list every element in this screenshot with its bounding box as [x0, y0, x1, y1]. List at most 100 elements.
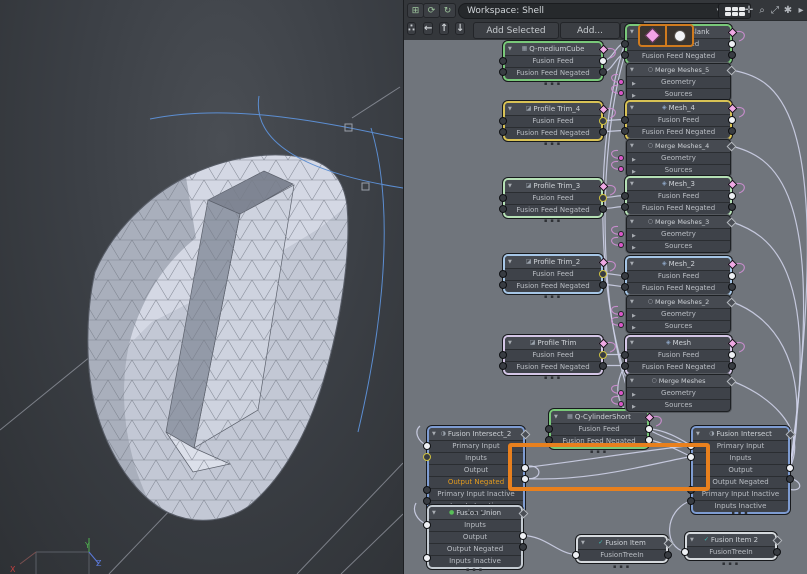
collapse-icon[interactable]: ▼: [630, 143, 634, 149]
merge-input-port[interactable]: [618, 322, 624, 328]
merge-input-port[interactable]: [618, 390, 624, 396]
input-port[interactable]: [423, 453, 431, 461]
input-port[interactable]: [681, 548, 689, 556]
collapse-icon[interactable]: ▼: [690, 537, 694, 543]
merge-input-port[interactable]: [618, 166, 624, 172]
input-port[interactable]: [423, 497, 431, 505]
node-profile-trim-3[interactable]: ▼◪Profile Trim_3Fusion FeedFusion Feed N…: [503, 178, 603, 218]
node-header[interactable]: ▼◈Mesh_3: [627, 178, 730, 190]
input-port[interactable]: [423, 486, 431, 494]
input-port[interactable]: [499, 117, 507, 125]
input-port[interactable]: [621, 116, 629, 124]
input-port[interactable]: [499, 270, 507, 278]
collapse-icon[interactable]: ▼: [630, 181, 634, 187]
node-mesh[interactable]: ▼◈MeshFusion FeedFusion Feed Negated: [625, 335, 732, 375]
merge-input-port[interactable]: [618, 79, 624, 85]
node-lod-dots[interactable]: ▪▪▪: [544, 218, 563, 224]
input-port[interactable]: [621, 192, 629, 200]
collapse-icon[interactable]: ▼: [508, 183, 512, 189]
channel-circle-button[interactable]: [665, 26, 692, 45]
output-port[interactable]: [599, 281, 607, 289]
output-port[interactable]: [786, 475, 794, 483]
input-port[interactable]: [621, 272, 629, 280]
node-mesh-3-merge[interactable]: ▼○Merge Meshes_3Geometry▶Sources▶: [626, 215, 731, 253]
play-icon[interactable]: ▶: [632, 311, 636, 320]
node-lod-dots[interactable]: ▪▪▪: [466, 567, 485, 573]
output-port[interactable]: [599, 270, 607, 278]
node-mesh-4[interactable]: ▼◈Mesh_4Fusion FeedFusion Feed Negated: [625, 100, 732, 140]
node-lod-dots[interactable]: ▪▪▪: [544, 141, 563, 147]
merge-header[interactable]: ▼○Merge Meshes_3: [627, 216, 730, 228]
output-port[interactable]: [599, 351, 607, 359]
play-icon[interactable]: ▶: [632, 79, 636, 88]
input-port[interactable]: [621, 362, 629, 370]
input-port[interactable]: [545, 425, 553, 433]
node-mesh-merge[interactable]: ▼○Merge MeshesGeometry▶Sources▶: [626, 374, 731, 412]
merge-header[interactable]: ▼○Merge Meshes: [627, 375, 730, 387]
play-icon[interactable]: ▶: [632, 167, 636, 176]
output-port[interactable]: [728, 192, 736, 200]
play-icon[interactable]: ▶: [632, 155, 636, 164]
input-port[interactable]: [423, 442, 431, 450]
node-lod-dots[interactable]: ▪▪▪: [722, 561, 741, 567]
channel-diamond-button[interactable]: [640, 26, 665, 45]
node-header[interactable]: ▼◑Fusion Intersect: [693, 428, 788, 440]
merge-header[interactable]: ▼○Merge Meshes_5: [627, 64, 730, 76]
node-q-mediumcube[interactable]: ▼▦Q-mediumCubeFusion FeedFusion Feed Neg…: [503, 41, 603, 81]
input-port[interactable]: [423, 521, 431, 529]
node-lod-dots[interactable]: ▪▪▪: [467, 510, 486, 516]
collapse-icon[interactable]: ▼: [696, 431, 700, 437]
node-blank-merge[interactable]: ▼○Merge Meshes_5Geometry▶Sources▶: [626, 63, 731, 101]
input-port[interactable]: [499, 351, 507, 359]
collapse-icon[interactable]: ▼: [630, 219, 634, 225]
node-fusion-item[interactable]: ▼✓Fusion ItemFusionTreeIn: [576, 535, 668, 563]
input-port[interactable]: [621, 40, 629, 48]
node-fusion-item-2[interactable]: ▼✓Fusion Item 2FusionTreeIn: [685, 532, 777, 560]
play-icon[interactable]: ▶: [632, 231, 636, 240]
output-port[interactable]: [728, 203, 736, 211]
collapse-icon[interactable]: ▼: [630, 340, 634, 346]
node-header[interactable]: ▼◈Mesh_4: [627, 102, 730, 114]
output-port[interactable]: [728, 272, 736, 280]
collapse-icon[interactable]: ▼: [630, 299, 634, 305]
output-port[interactable]: [728, 51, 736, 59]
collapse-icon[interactable]: ▼: [508, 46, 512, 52]
node-mesh-4-merge[interactable]: ▼○Merge Meshes_4Geometry▶Sources▶: [626, 139, 731, 177]
output-port[interactable]: [728, 116, 736, 124]
node-header[interactable]: ▼▦Q-CylinderShort: [551, 411, 647, 423]
output-port[interactable]: [599, 117, 607, 125]
node-lod-dots[interactable]: ▪▪▪: [544, 375, 563, 381]
output-port[interactable]: [728, 40, 736, 48]
collapse-icon[interactable]: ▼: [630, 29, 634, 35]
input-port[interactable]: [621, 351, 629, 359]
input-port[interactable]: [499, 281, 507, 289]
play-icon[interactable]: ▶: [632, 390, 636, 399]
input-port[interactable]: [423, 554, 431, 562]
output-port[interactable]: [519, 532, 527, 540]
output-port[interactable]: [599, 362, 607, 370]
merge-input-port[interactable]: [618, 311, 624, 317]
node-header[interactable]: ▼✓Fusion Item 2: [687, 534, 775, 546]
node-header[interactable]: ▼◪Profile Trim_2: [505, 256, 601, 268]
node-header[interactable]: ▼◈Mesh_2: [627, 258, 730, 270]
input-port[interactable]: [621, 51, 629, 59]
collapse-icon[interactable]: ▼: [432, 510, 436, 516]
input-port[interactable]: [499, 68, 507, 76]
node-header[interactable]: ▼✓Fusion Item: [578, 537, 666, 549]
input-port[interactable]: [572, 551, 580, 559]
collapse-icon[interactable]: ▼: [508, 106, 512, 112]
output-port[interactable]: [599, 68, 607, 76]
output-port[interactable]: [599, 205, 607, 213]
node-header[interactable]: ▼◪Profile Trim_4: [505, 103, 601, 115]
merge-input-port[interactable]: [618, 242, 624, 248]
output-port[interactable]: [786, 464, 794, 472]
collapse-icon[interactable]: ▼: [508, 259, 512, 265]
node-profile-trim-2[interactable]: ▼◪Profile Trim_2Fusion FeedFusion Feed N…: [503, 254, 603, 294]
node-lod-dots[interactable]: ▪▪▪: [544, 294, 563, 300]
output-port[interactable]: [728, 283, 736, 291]
node-header[interactable]: ▼▦Q-mediumCube: [505, 43, 601, 55]
input-port[interactable]: [499, 362, 507, 370]
node-header[interactable]: ▼◪Profile Trim_3: [505, 180, 601, 192]
node-lod-dots[interactable]: ▪▪▪: [613, 564, 632, 570]
play-icon[interactable]: ▶: [632, 91, 636, 100]
